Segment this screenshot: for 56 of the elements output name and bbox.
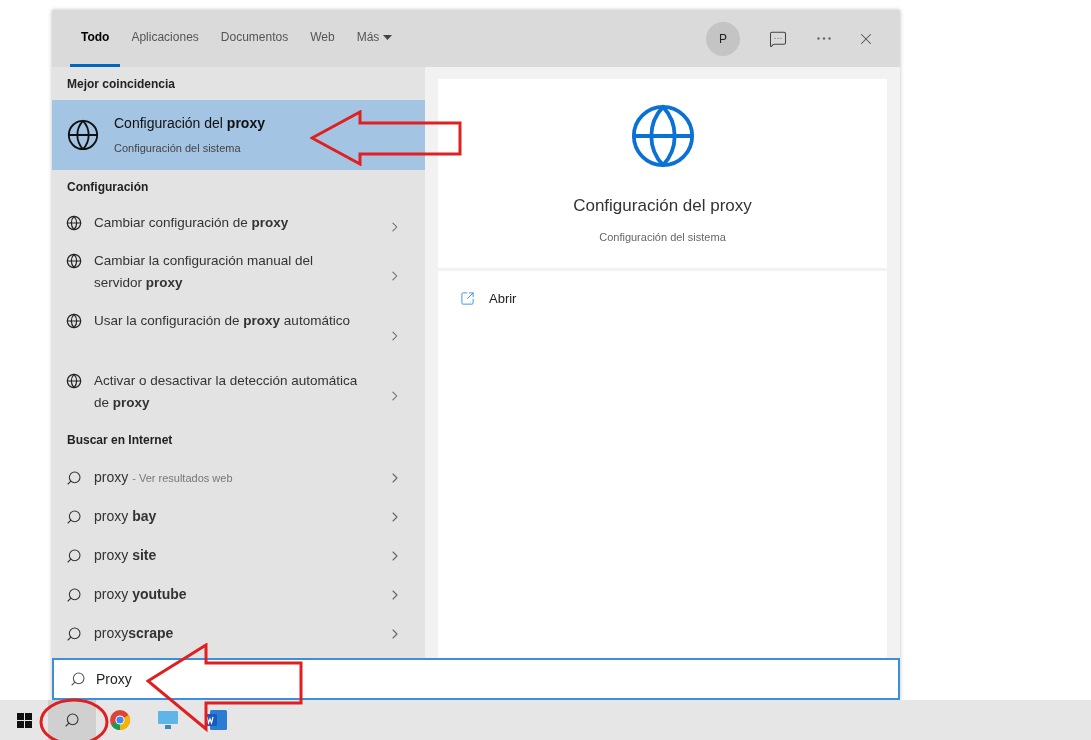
settings-result[interactable]: Cambiar la configuración manual del servidor proxy <box>52 242 425 302</box>
globe-icon <box>66 215 82 231</box>
tab[interactable]: Web <box>299 10 346 67</box>
search-value: Proxy <box>96 669 132 689</box>
globe-icon <box>66 253 82 269</box>
feedback-icon <box>769 29 787 48</box>
web-result[interactable]: proxyscrape <box>52 614 425 653</box>
result-text: proxy site <box>94 546 157 565</box>
result-text: Cambiar configuración de proxy <box>94 214 290 232</box>
section-heading: Configuración <box>66 179 150 196</box>
search-icon <box>64 712 80 728</box>
settings-result[interactable]: Usar la configuración de proxy automático <box>52 302 425 362</box>
result-text: proxy youtube <box>94 585 187 604</box>
search-icon <box>66 625 82 642</box>
search-icon <box>66 547 82 564</box>
globe-icon <box>66 313 82 329</box>
search-field[interactable]: Proxy <box>52 658 900 700</box>
globe-icon <box>66 118 100 152</box>
preview-subtitle: Configuración del sistema <box>599 229 726 245</box>
tab[interactable]: Todo <box>70 10 121 67</box>
best-match-item[interactable]: Configuración del proxy Configuración del sistema <box>52 100 425 170</box>
result-title: Configuración del proxy <box>114 114 265 134</box>
settings-result[interactable]: Activar o desactivar la detección automática de proxy <box>52 362 425 422</box>
more-icon <box>817 37 831 40</box>
open-action[interactable]: Abrir <box>460 289 517 309</box>
result-hint: - Ver resultados web <box>132 471 233 486</box>
web-result[interactable]: proxy bay <box>52 497 425 536</box>
search-icon <box>70 671 86 687</box>
tab[interactable]: Más <box>345 10 404 67</box>
web-result[interactable]: proxy site <box>52 536 425 575</box>
web-result[interactable]: proxy youtube <box>52 575 425 614</box>
search-icon <box>66 586 82 603</box>
monitor-icon <box>157 710 179 730</box>
tab[interactable]: Aplicaciones <box>120 10 210 67</box>
windows-logo-icon <box>16 712 32 728</box>
search-icon <box>66 508 82 525</box>
caret-icon <box>383 34 393 40</box>
result-text: Activar o desactivar la detección automática de proxy <box>94 372 359 412</box>
web-result[interactable]: proxy - Ver resultados web <box>52 458 425 497</box>
result-text: proxyscrape <box>94 624 174 643</box>
tab[interactable]: Documentos <box>209 10 300 67</box>
result-text: Cambiar la configuración manual del servidor proxy <box>94 252 315 292</box>
globe-icon <box>66 373 82 389</box>
circle-annotation <box>38 696 110 740</box>
result-text: proxy <box>94 468 129 487</box>
account-avatar[interactable]: P <box>706 21 740 56</box>
preview-title: Configuración del proxy <box>573 195 752 217</box>
result-text: Usar la configuración de proxy automático <box>94 312 351 330</box>
section-heading: Mejor coincidencia <box>66 75 177 93</box>
open-icon <box>460 291 475 307</box>
result-text: proxy bay <box>94 507 157 526</box>
browser-icon <box>109 709 131 731</box>
settings-result[interactable]: Cambiar configuración de proxy <box>52 204 425 242</box>
search-icon <box>66 469 82 486</box>
section-heading: Buscar en Internet <box>66 432 174 449</box>
result-subtitle: Configuración del sistema <box>114 141 242 157</box>
